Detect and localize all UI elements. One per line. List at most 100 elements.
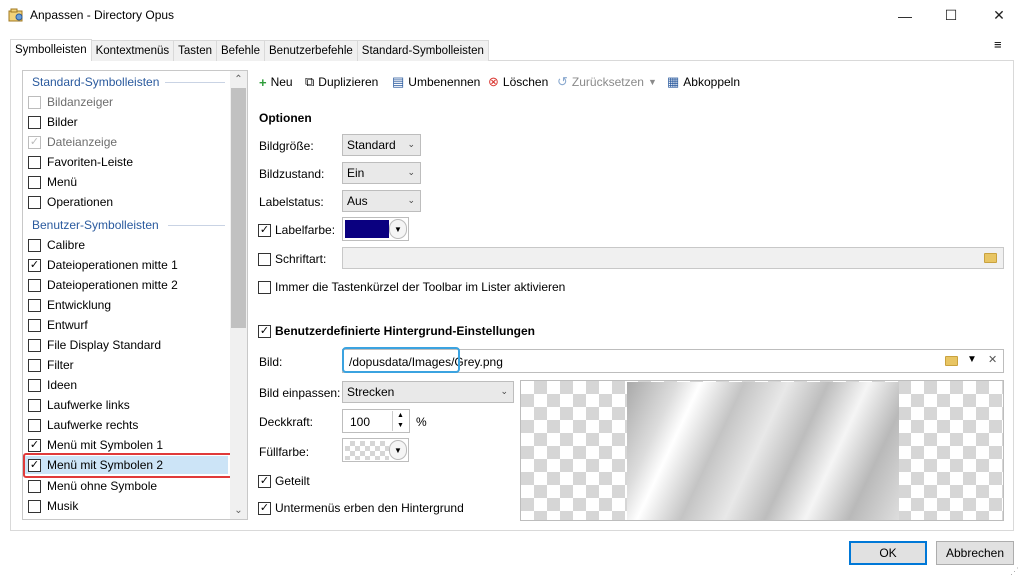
list-item[interactable]: Entwicklung xyxy=(28,296,111,314)
opacity-spinner[interactable]: 100 ▲ ▼ xyxy=(342,409,410,433)
label-color-checkbox-row[interactable]: ✓ Labelfarbe: xyxy=(258,223,335,237)
checkbox[interactable] xyxy=(28,115,41,129)
rename-button[interactable]: ▤ Umbenennen xyxy=(392,74,480,90)
checkbox[interactable] xyxy=(28,418,41,432)
list-item[interactable]: Ideen xyxy=(28,376,77,394)
spin-up-icon[interactable]: ▲ xyxy=(393,411,408,421)
list-item[interactable]: ✓ Menü mit Symbolen 1 xyxy=(28,436,163,454)
list-item[interactable]: Musik xyxy=(28,497,78,515)
checkbox[interactable] xyxy=(28,479,41,493)
fit-select[interactable]: Strecken ⌄ xyxy=(342,381,514,403)
list-item[interactable]: Calibre xyxy=(28,236,85,254)
list-item[interactable]: Menü ohne Symbole xyxy=(28,477,157,495)
rename-icon: ▤ xyxy=(392,74,405,89)
close-button[interactable]: ✕ xyxy=(976,0,1022,31)
checkbox[interactable] xyxy=(28,499,41,513)
group-header-standard: Standard-Symbolleisten xyxy=(32,75,160,89)
toolbar-list[interactable]: Standard-Symbolleisten Bildanzeiger Bild… xyxy=(22,70,248,520)
checkbox[interactable] xyxy=(28,278,41,292)
custom-background-checkbox-row[interactable]: ✓ Benutzerdefinierte Hintergrund-Einstell… xyxy=(258,324,535,338)
group-divider xyxy=(168,225,225,226)
label-color-picker[interactable]: ▼ xyxy=(342,217,409,241)
scroll-thumb[interactable] xyxy=(231,88,246,328)
list-item[interactable]: ✓ Dateioperationen mitte 1 xyxy=(28,256,178,274)
list-item[interactable]: File Display Standard xyxy=(28,336,161,354)
inherit-checkbox-row[interactable]: ✓ Untermenüs erben den Hintergrund xyxy=(258,501,464,515)
list-item[interactable]: Favoriten-Leiste xyxy=(28,153,133,171)
scroll-down-icon[interactable]: ⌄ xyxy=(230,502,247,519)
fill-color-swatch xyxy=(345,441,389,460)
checkbox[interactable] xyxy=(28,175,41,189)
font-checkbox[interactable] xyxy=(258,252,271,266)
app-icon xyxy=(8,8,23,22)
label-color-checkbox[interactable]: ✓ xyxy=(258,223,271,237)
custom-background-checkbox[interactable]: ✓ xyxy=(258,324,271,338)
checkbox[interactable] xyxy=(28,238,41,252)
chevron-down-icon[interactable]: ▼ xyxy=(967,354,977,365)
list-item[interactable]: Dateioperationen mitte 2 xyxy=(28,276,178,294)
chevron-down-icon: ⌄ xyxy=(407,195,415,205)
split-checkbox-row[interactable]: ✓ Geteilt xyxy=(258,474,310,488)
checkbox[interactable]: ✓ xyxy=(28,135,41,149)
minimize-button[interactable]: — xyxy=(882,0,928,31)
list-item[interactable]: Filter xyxy=(28,356,74,374)
list-item[interactable]: Bildanzeiger xyxy=(28,93,113,111)
inherit-checkbox[interactable]: ✓ xyxy=(258,501,271,515)
duplicate-button[interactable]: ⧉ Duplizieren xyxy=(305,74,378,90)
tab-tasten[interactable]: Tasten xyxy=(173,40,217,61)
checkbox[interactable] xyxy=(28,398,41,412)
duplicate-icon: ⧉ xyxy=(305,74,315,89)
list-item[interactable]: Operationen xyxy=(28,193,113,211)
checkbox[interactable]: ✓ xyxy=(28,438,41,452)
label-color-swatch xyxy=(345,220,389,238)
list-item[interactable]: ✓ Dateianzeige xyxy=(28,133,117,151)
tab-benutzerbefehle[interactable]: Benutzerbefehle xyxy=(264,40,358,61)
scroll-up-icon[interactable]: ⌃ xyxy=(230,71,247,88)
fill-color-picker[interactable]: ▼ xyxy=(342,438,409,462)
checkbox[interactable] xyxy=(28,358,41,372)
clear-icon[interactable]: ✕ xyxy=(988,353,997,366)
chevron-down-icon[interactable]: ▼ xyxy=(389,440,407,460)
tab-symbolleisten[interactable]: Symbolleisten xyxy=(10,39,92,61)
folder-icon[interactable] xyxy=(945,356,958,366)
spin-down-icon[interactable]: ▼ xyxy=(393,421,408,431)
chevron-down-icon: ⌄ xyxy=(500,386,508,396)
image-size-select[interactable]: Standard ⌄ xyxy=(342,134,421,156)
checkbox[interactable] xyxy=(28,95,41,109)
chevron-down-icon: ⌄ xyxy=(407,167,415,177)
detach-button[interactable]: ▦ Abkoppeln xyxy=(667,74,740,90)
label-status-select[interactable]: Aus ⌄ xyxy=(342,190,421,212)
checkbox[interactable] xyxy=(28,378,41,392)
list-item[interactable]: Entwurf xyxy=(28,316,88,334)
font-checkbox-row[interactable]: Schriftart: xyxy=(258,252,326,266)
shortcuts-checkbox-row[interactable]: Immer die Tastenkürzel der Toolbar im Li… xyxy=(258,280,565,294)
selection-highlight xyxy=(23,453,233,478)
tab-standard-symbolleisten[interactable]: Standard-Symbolleisten xyxy=(356,40,489,61)
list-scrollbar[interactable]: ⌃ ⌄ xyxy=(230,71,247,519)
maximize-button[interactable]: ☐ xyxy=(928,0,974,31)
checkbox[interactable] xyxy=(28,318,41,332)
list-item[interactable]: Bilder xyxy=(28,113,78,131)
chevron-down-icon[interactable]: ▼ xyxy=(389,219,407,239)
image-state-select[interactable]: Ein ⌄ xyxy=(342,162,421,184)
checkbox[interactable]: ✓ xyxy=(28,258,41,272)
fit-label: Bild einpassen: xyxy=(259,386,341,400)
checkbox[interactable] xyxy=(28,155,41,169)
tab-befehle[interactable]: Befehle xyxy=(216,40,266,61)
shortcuts-checkbox[interactable] xyxy=(258,280,271,294)
delete-button[interactable]: ⊗ Löschen xyxy=(488,74,548,90)
menu-icon[interactable]: ≡ xyxy=(994,37,1002,52)
list-item[interactable]: Laufwerke rechts xyxy=(28,416,138,434)
tab-kontextmenues[interactable]: Kontextmenüs xyxy=(90,40,175,61)
ok-button[interactable]: OK xyxy=(849,541,927,565)
resize-grip-icon[interactable]: ⋰ xyxy=(1010,566,1019,577)
list-item[interactable]: Laufwerke links xyxy=(28,396,130,414)
checkbox[interactable] xyxy=(28,298,41,312)
checkbox[interactable] xyxy=(28,195,41,209)
list-item[interactable]: Menü xyxy=(28,173,77,191)
cancel-button[interactable]: Abbrechen xyxy=(936,541,1014,565)
split-checkbox[interactable]: ✓ xyxy=(258,474,271,488)
checkbox[interactable] xyxy=(28,338,41,352)
new-button[interactable]: + Neu xyxy=(259,74,293,90)
reset-button[interactable]: ↺ Zurücksetzen ▼ xyxy=(557,74,657,90)
